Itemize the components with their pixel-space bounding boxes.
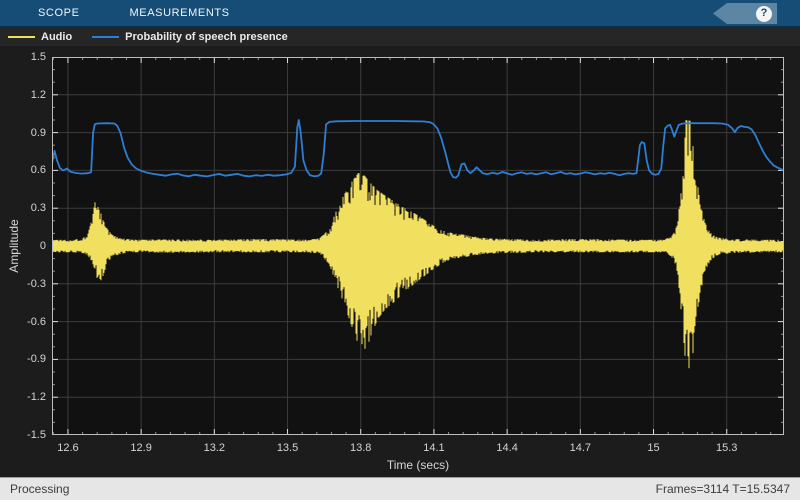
y-tick-label: 0.3 — [30, 202, 46, 215]
legend-label-audio: Audio — [41, 30, 73, 43]
x-tick-label: 13.2 — [203, 442, 226, 454]
x-tick-label: 15.3 — [716, 442, 738, 454]
x-tick-label: 12.6 — [57, 442, 79, 454]
y-tick-label: 0 — [39, 240, 46, 252]
legend-item-audio[interactable]: Audio — [8, 31, 72, 43]
y-tick-label: 0.9 — [30, 126, 46, 139]
y-tick-label: 1.2 — [30, 88, 46, 101]
help-icon[interactable]: ? — [756, 5, 772, 22]
y-tick-label: -1.5 — [27, 429, 46, 441]
scope-window: SCOPE MEASUREMENTS ? Audio Probability o… — [0, 0, 800, 500]
status-bar: Processing Frames=3114 T=15.5347 — [0, 477, 800, 500]
x-tick-label: 14.4 — [496, 442, 518, 454]
y-tick-label: -0.9 — [27, 353, 46, 366]
legend-label-probability: Probability of speech presence — [125, 30, 288, 43]
x-tick-label: 13.5 — [276, 442, 299, 454]
status-frames-time: Frames=3114 T=15.5347 — [655, 482, 790, 496]
x-tick-label: 13.8 — [350, 442, 372, 454]
legend: Audio Probability of speech presence — [0, 27, 800, 46]
waveform-axes[interactable] — [52, 57, 784, 435]
tab-scope[interactable]: SCOPE — [34, 0, 84, 26]
y-tick-label: -0.3 — [27, 277, 46, 290]
status-processing: Processing — [10, 482, 70, 496]
x-tick-label: 14.7 — [569, 442, 592, 454]
y-tick-label: 1.5 — [30, 51, 46, 63]
plot-region: Amplitude Time (secs) 12.6 12.9 13.2 13.5 13… — [0, 46, 800, 477]
toolstrip: SCOPE MEASUREMENTS ? — [0, 0, 800, 27]
x-tick-label: 12.9 — [130, 442, 152, 454]
tab-measurements[interactable]: MEASUREMENTS — [126, 0, 234, 26]
x-axis-label: Time (secs) — [386, 458, 450, 472]
legend-item-probability[interactable]: Probability of speech presence — [92, 31, 288, 43]
audio-line-swatch — [8, 35, 35, 38]
probability-line-swatch — [92, 35, 120, 38]
x-tick-label: 14.1 — [423, 442, 445, 454]
y-tick-label: -0.6 — [27, 315, 46, 328]
x-tick-label: 15 — [647, 442, 660, 454]
help-button[interactable]: ? — [713, 3, 777, 24]
y-tick-label: -1.2 — [27, 391, 46, 404]
y-tick-label: 0.6 — [30, 164, 46, 177]
